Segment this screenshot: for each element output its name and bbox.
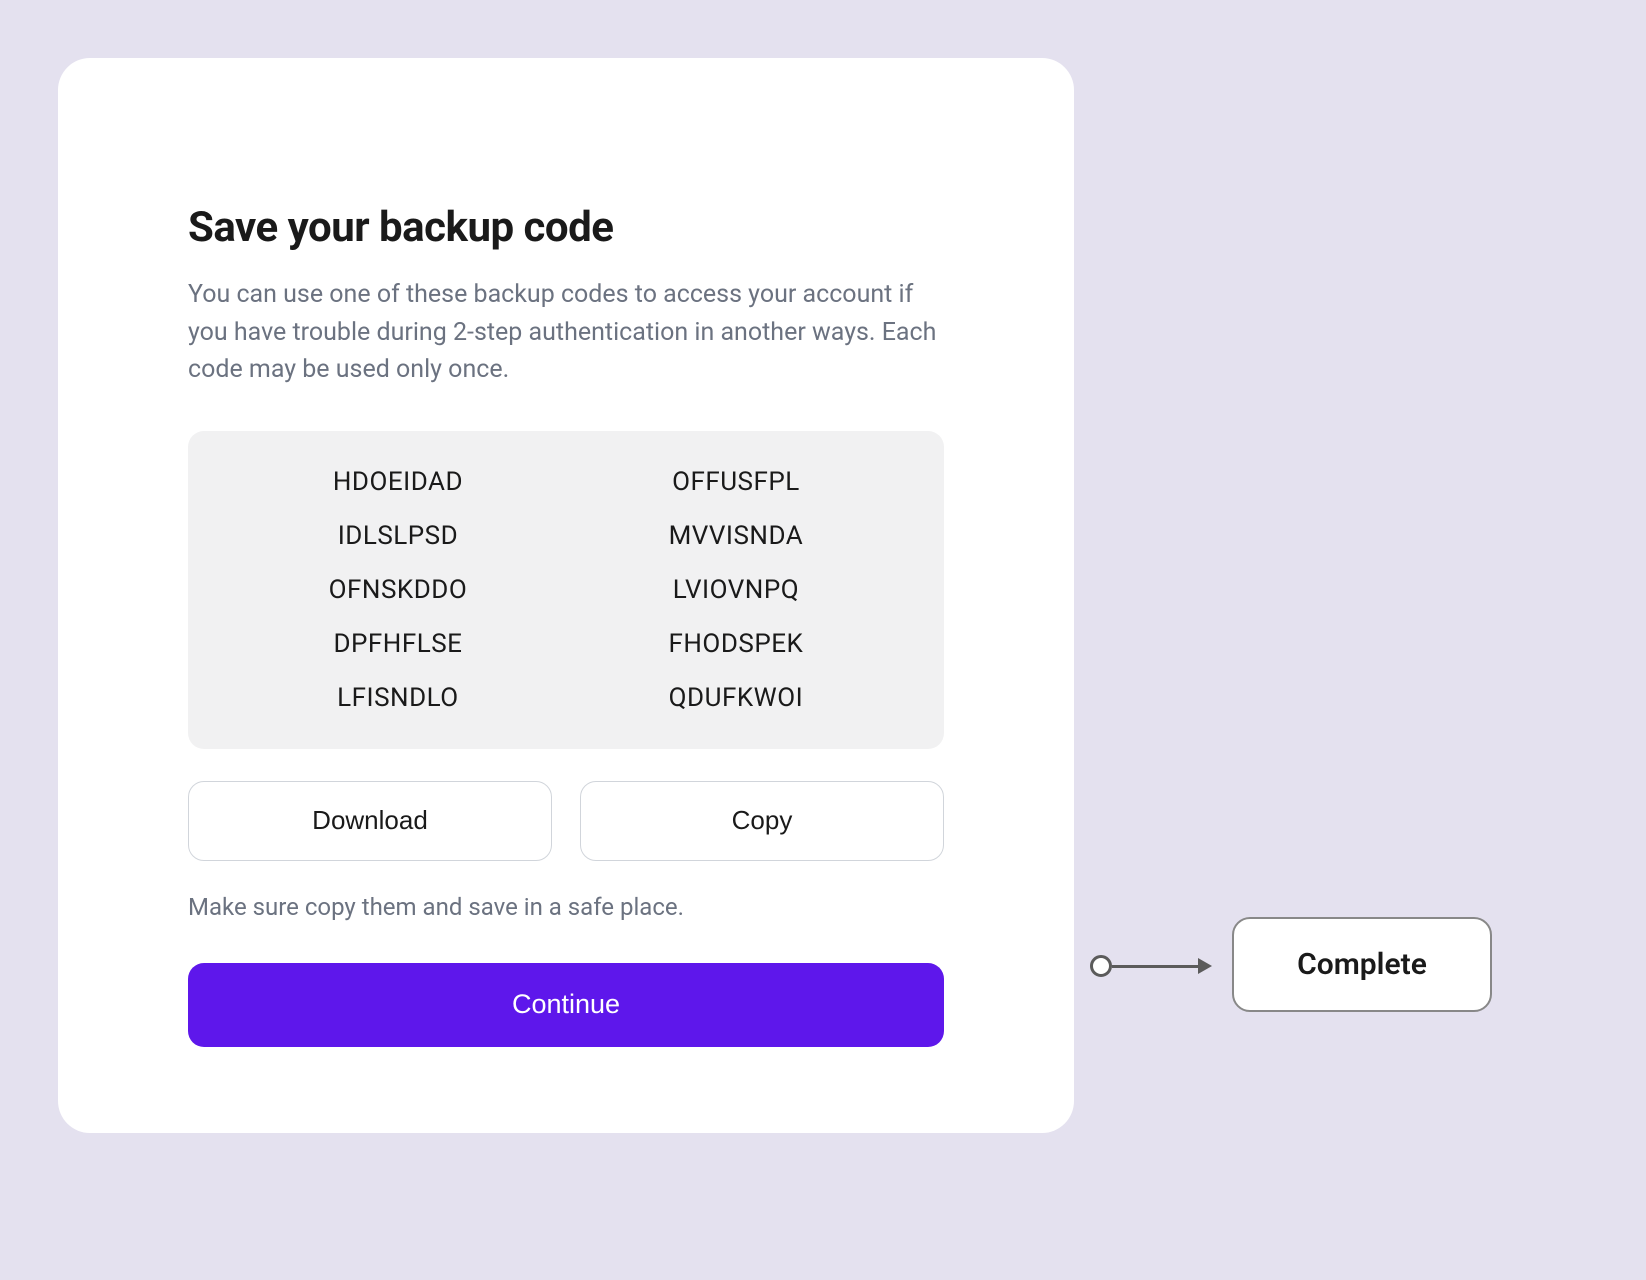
- continue-button[interactable]: Continue: [188, 963, 944, 1047]
- codes-column-left: HDOEIDAD IDLSLPSD OFNSKDDO DPFHFLSE LFIS…: [329, 467, 468, 713]
- download-button[interactable]: Download: [188, 781, 552, 861]
- action-button-row: Download Copy: [188, 781, 944, 861]
- copy-button[interactable]: Copy: [580, 781, 944, 861]
- flow-arrow-icon: [1090, 955, 1212, 977]
- backup-code: DPFHFLSE: [333, 629, 462, 659]
- complete-label: Complete: [1297, 947, 1427, 982]
- backup-codes-container: HDOEIDAD IDLSLPSD OFNSKDDO DPFHFLSE LFIS…: [188, 431, 944, 749]
- arrow-start-circle-icon: [1090, 955, 1112, 977]
- card-description: You can use one of these backup codes to…: [188, 276, 944, 389]
- arrow-line-icon: [1112, 965, 1200, 968]
- backup-code: QDUFKWOI: [669, 683, 804, 713]
- complete-state-badge: Complete: [1232, 917, 1492, 1012]
- backup-code-card: Save your backup code You can use one of…: [58, 58, 1074, 1133]
- backup-code: IDLSLPSD: [338, 521, 458, 551]
- arrow-head-icon: [1198, 958, 1212, 974]
- backup-code: OFNSKDDO: [329, 575, 468, 605]
- backup-code: LFISNDLO: [337, 683, 459, 713]
- backup-code: HDOEIDAD: [333, 467, 463, 497]
- backup-code: LVIOVNPQ: [673, 575, 799, 605]
- backup-code: MVVISNDA: [669, 521, 804, 551]
- hint-text: Make sure copy them and save in a safe p…: [188, 893, 944, 921]
- card-title: Save your backup code: [188, 203, 944, 252]
- codes-column-right: OFFUSFPL MVVISNDA LVIOVNPQ FHODSPEK QDUF…: [669, 467, 804, 713]
- backup-code: OFFUSFPL: [672, 467, 800, 497]
- backup-code: FHODSPEK: [669, 629, 804, 659]
